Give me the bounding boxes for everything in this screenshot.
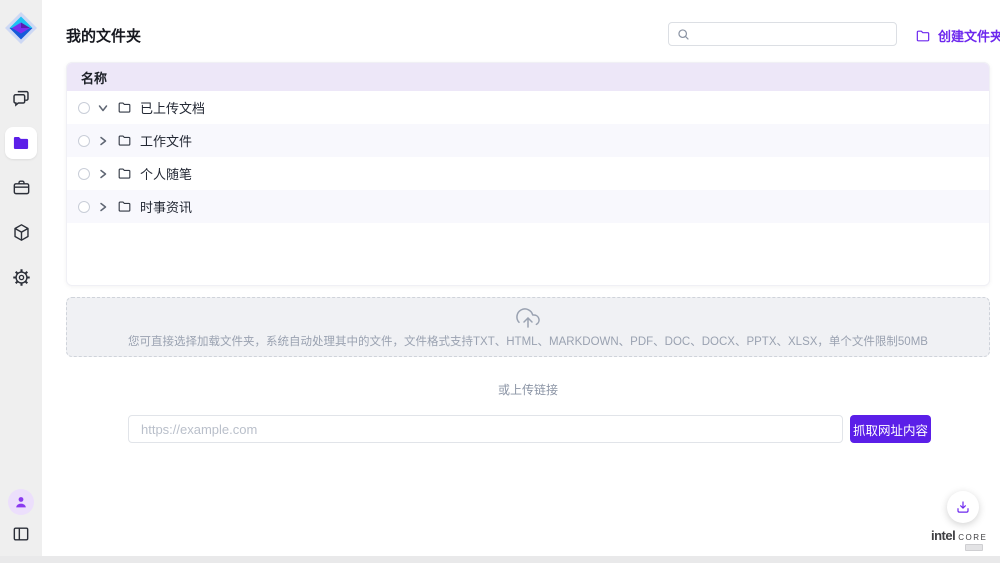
taskbar-edge [0,556,1000,563]
folder-row[interactable]: 个人随笔 [67,157,989,190]
sidebar-bottom [0,489,42,547]
folder-icon [117,133,132,148]
folder-icon [117,100,132,115]
name-column-header: 名称 [81,68,107,87]
download-icon [955,499,971,515]
intel-core-badge [965,544,983,551]
search-input[interactable] [696,23,896,45]
sidebar [0,0,42,563]
folder-icon [5,127,37,159]
gear-icon [11,267,32,288]
folder-name: 已上传文档 [140,98,205,117]
url-input[interactable] [128,415,843,443]
sidebar-toggle[interactable] [11,521,31,547]
sidebar-item-folders[interactable] [0,120,42,165]
cube-icon [11,222,32,243]
download-button[interactable] [947,491,979,523]
panel-toggle-icon [11,524,31,544]
sidebar-item-models[interactable] [0,210,42,255]
chevron-icon[interactable] [97,135,109,147]
folder-table: 名称 已上传文档 工作文件 [66,62,990,286]
row-checkbox[interactable] [78,168,90,180]
sidebar-item-workspace[interactable] [0,165,42,210]
folder-name: 个人随笔 [140,164,192,183]
folder-name: 时事资讯 [140,197,192,216]
folder-name: 工作文件 [140,131,192,150]
chat-icon [10,87,32,109]
folder-plus-icon [915,28,931,44]
folder-icon [117,199,132,214]
sidebar-item-chat[interactable] [0,75,42,120]
intel-core-logo: intel core [931,528,995,551]
upload-dropzone[interactable]: 您可直接选择加载文件夹，系统自动处理其中的文件，文件格式支持TXT、HTML、M… [66,297,990,357]
person-icon [13,494,29,510]
folder-row[interactable]: 时事资讯 [67,190,989,223]
table-header: 名称 [67,63,989,91]
page-title: 我的文件夹 [66,25,141,46]
core-brand-text: core [958,531,987,543]
sidebar-nav [0,75,42,300]
row-checkbox[interactable] [78,201,90,213]
app-window: 我的文件夹 创建文件夹 名称 [0,0,1000,563]
search-icon [677,28,690,41]
search-box [668,22,897,46]
logo-diamond-icon [3,10,39,46]
create-folder-button[interactable]: 创建文件夹 [915,26,1000,45]
app-logo[interactable] [3,10,39,46]
briefcase-icon [11,177,32,198]
intel-brand-text: intel [931,528,955,543]
create-folder-label: 创建文件夹 [938,26,1000,45]
chevron-icon[interactable] [97,102,109,114]
row-checkbox[interactable] [78,135,90,147]
cloud-upload-icon [516,306,540,330]
or-upload-link-label: 或上传链接 [66,381,990,398]
sidebar-item-settings[interactable] [0,255,42,300]
user-avatar[interactable] [8,489,34,515]
upload-hint: 您可直接选择加载文件夹，系统自动处理其中的文件，文件格式支持TXT、HTML、M… [128,333,928,349]
fetch-url-button[interactable]: 抓取网址内容 [850,415,931,443]
chevron-icon[interactable] [97,201,109,213]
chevron-icon[interactable] [97,168,109,180]
row-checkbox[interactable] [78,102,90,114]
folder-icon [117,166,132,181]
folder-row[interactable]: 工作文件 [67,124,989,157]
folder-row[interactable]: 已上传文档 [67,91,989,124]
folder-table-body: 已上传文档 工作文件 个人随笔 [67,91,989,223]
